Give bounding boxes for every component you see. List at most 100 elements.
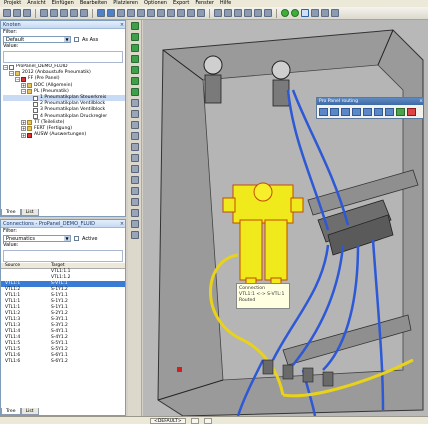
close-icon[interactable]: × [419, 98, 423, 105]
column-header-source[interactable]: Source [1, 263, 51, 268]
find-icon[interactable] [117, 9, 125, 17]
zoom-in-icon[interactable] [224, 9, 232, 17]
menu-item[interactable]: Export [173, 0, 189, 7]
tab-tree[interactable]: Tree [1, 209, 21, 216]
route-delete-icon[interactable] [407, 108, 416, 116]
menu-item[interactable]: Platzieren [113, 0, 138, 7]
door-icon[interactable] [130, 77, 139, 85]
active-checkbox[interactable] [74, 236, 79, 241]
toolbar-separator [92, 8, 93, 18]
line-icon[interactable] [187, 9, 195, 17]
route-check-icon[interactable] [374, 108, 383, 116]
expand-icon[interactable]: + [21, 120, 26, 126]
filter-select[interactable]: Default ▼ [3, 36, 71, 43]
expand-icon[interactable]: + [21, 126, 26, 132]
tab-list[interactable]: List [20, 408, 39, 415]
rail-icon[interactable] [130, 33, 139, 41]
hose-icon[interactable] [130, 132, 139, 140]
menu-item[interactable]: Optionen [144, 0, 167, 7]
menu-item[interactable]: Hilfe [220, 0, 231, 7]
undo-icon[interactable] [70, 9, 78, 17]
zoom-fit-icon[interactable] [244, 9, 252, 17]
value-field[interactable] [3, 51, 123, 63]
fitting-icon[interactable] [130, 143, 139, 151]
view-side-icon[interactable] [311, 9, 319, 17]
copy-icon[interactable] [50, 9, 58, 17]
table-icon[interactable] [127, 9, 135, 17]
view-front-icon[interactable] [301, 9, 309, 17]
tab-list[interactable]: List [20, 209, 39, 216]
label-icon[interactable] [130, 165, 139, 173]
chevron-down-icon[interactable]: ▼ [64, 37, 70, 42]
status-layer-field[interactable]: <DEFAULT> [150, 417, 186, 424]
route-list-icon[interactable] [385, 108, 394, 116]
cabinet-icon[interactable] [130, 22, 139, 30]
cut-icon[interactable] [40, 9, 48, 17]
menu-item[interactable]: Ansicht [27, 0, 45, 7]
text-icon[interactable] [177, 9, 185, 17]
valve-icon[interactable] [130, 154, 139, 162]
chevron-down-icon[interactable]: ▼ [64, 236, 70, 241]
mount-icon[interactable] [130, 55, 139, 63]
export-icon[interactable] [130, 220, 139, 228]
snap-icon[interactable] [157, 9, 165, 17]
route-length-icon[interactable] [363, 108, 372, 116]
route-duct-icon[interactable] [341, 108, 350, 116]
menu-item[interactable]: Einfügen [52, 0, 74, 7]
settings-icon[interactable] [130, 231, 139, 239]
collapse-icon[interactable]: − [15, 76, 20, 82]
menu-item[interactable]: Bearbeiten [80, 0, 107, 7]
paste-icon[interactable] [60, 9, 68, 17]
table-row[interactable]: VTL1:6 S-6Y1.2 [1, 359, 125, 365]
zoom-window-icon[interactable] [254, 9, 262, 17]
open-icon[interactable] [13, 9, 21, 17]
bom-icon[interactable] [130, 209, 139, 217]
section-icon[interactable] [130, 187, 139, 195]
expand-icon[interactable]: + [21, 83, 26, 89]
play-icon[interactable] [281, 9, 289, 17]
print-icon[interactable] [97, 9, 105, 17]
tab-tree[interactable]: Tree [1, 408, 21, 415]
wall-icon[interactable] [130, 88, 139, 96]
plate-icon[interactable] [130, 66, 139, 74]
collapse-icon[interactable]: − [21, 89, 26, 95]
close-icon[interactable]: × [119, 21, 125, 28]
rect-icon[interactable] [197, 9, 205, 17]
pan-icon[interactable] [264, 9, 272, 17]
dimension-icon[interactable] [130, 176, 139, 184]
column-header-target[interactable]: Target [51, 263, 101, 268]
menu-item[interactable]: Projekt [4, 0, 21, 7]
route-auto-icon[interactable] [319, 108, 328, 116]
expand-icon[interactable]: + [21, 132, 26, 138]
tree-node[interactable]: + AUSW (Auswertungen) [3, 132, 125, 138]
cutout-icon[interactable] [130, 110, 139, 118]
close-icon[interactable]: × [119, 220, 125, 227]
redo-icon[interactable] [80, 9, 88, 17]
new-icon[interactable] [3, 9, 11, 17]
save-icon[interactable] [23, 9, 31, 17]
duct-icon[interactable] [130, 44, 139, 52]
zoom-out-icon[interactable] [234, 9, 242, 17]
menu-item[interactable]: Fenster [195, 0, 214, 7]
hole-icon[interactable] [130, 99, 139, 107]
collapse-icon[interactable]: − [9, 70, 14, 76]
route-edit-icon[interactable] [352, 108, 361, 116]
grid-icon[interactable] [137, 9, 145, 17]
view-top-icon[interactable] [321, 9, 329, 17]
route-manual-icon[interactable] [330, 108, 339, 116]
properties-icon[interactable] [107, 9, 115, 17]
measure-icon[interactable] [167, 9, 175, 17]
collision-icon[interactable] [130, 198, 139, 206]
value-field[interactable] [3, 250, 123, 262]
as-ass-checkbox[interactable] [74, 37, 79, 42]
layer-icon[interactable] [147, 9, 155, 17]
collapse-icon[interactable]: − [3, 64, 8, 70]
route-icon[interactable] [130, 121, 139, 129]
view-iso-icon[interactable] [331, 9, 339, 17]
connection-filter-select[interactable]: Pneumatics ▼ [3, 235, 71, 242]
route-accept-icon[interactable] [396, 108, 405, 116]
3d-viewport[interactable] [143, 20, 428, 416]
filter-select-value: Default [6, 37, 25, 43]
run-icon[interactable] [291, 9, 299, 17]
rotate-icon[interactable] [214, 9, 222, 17]
